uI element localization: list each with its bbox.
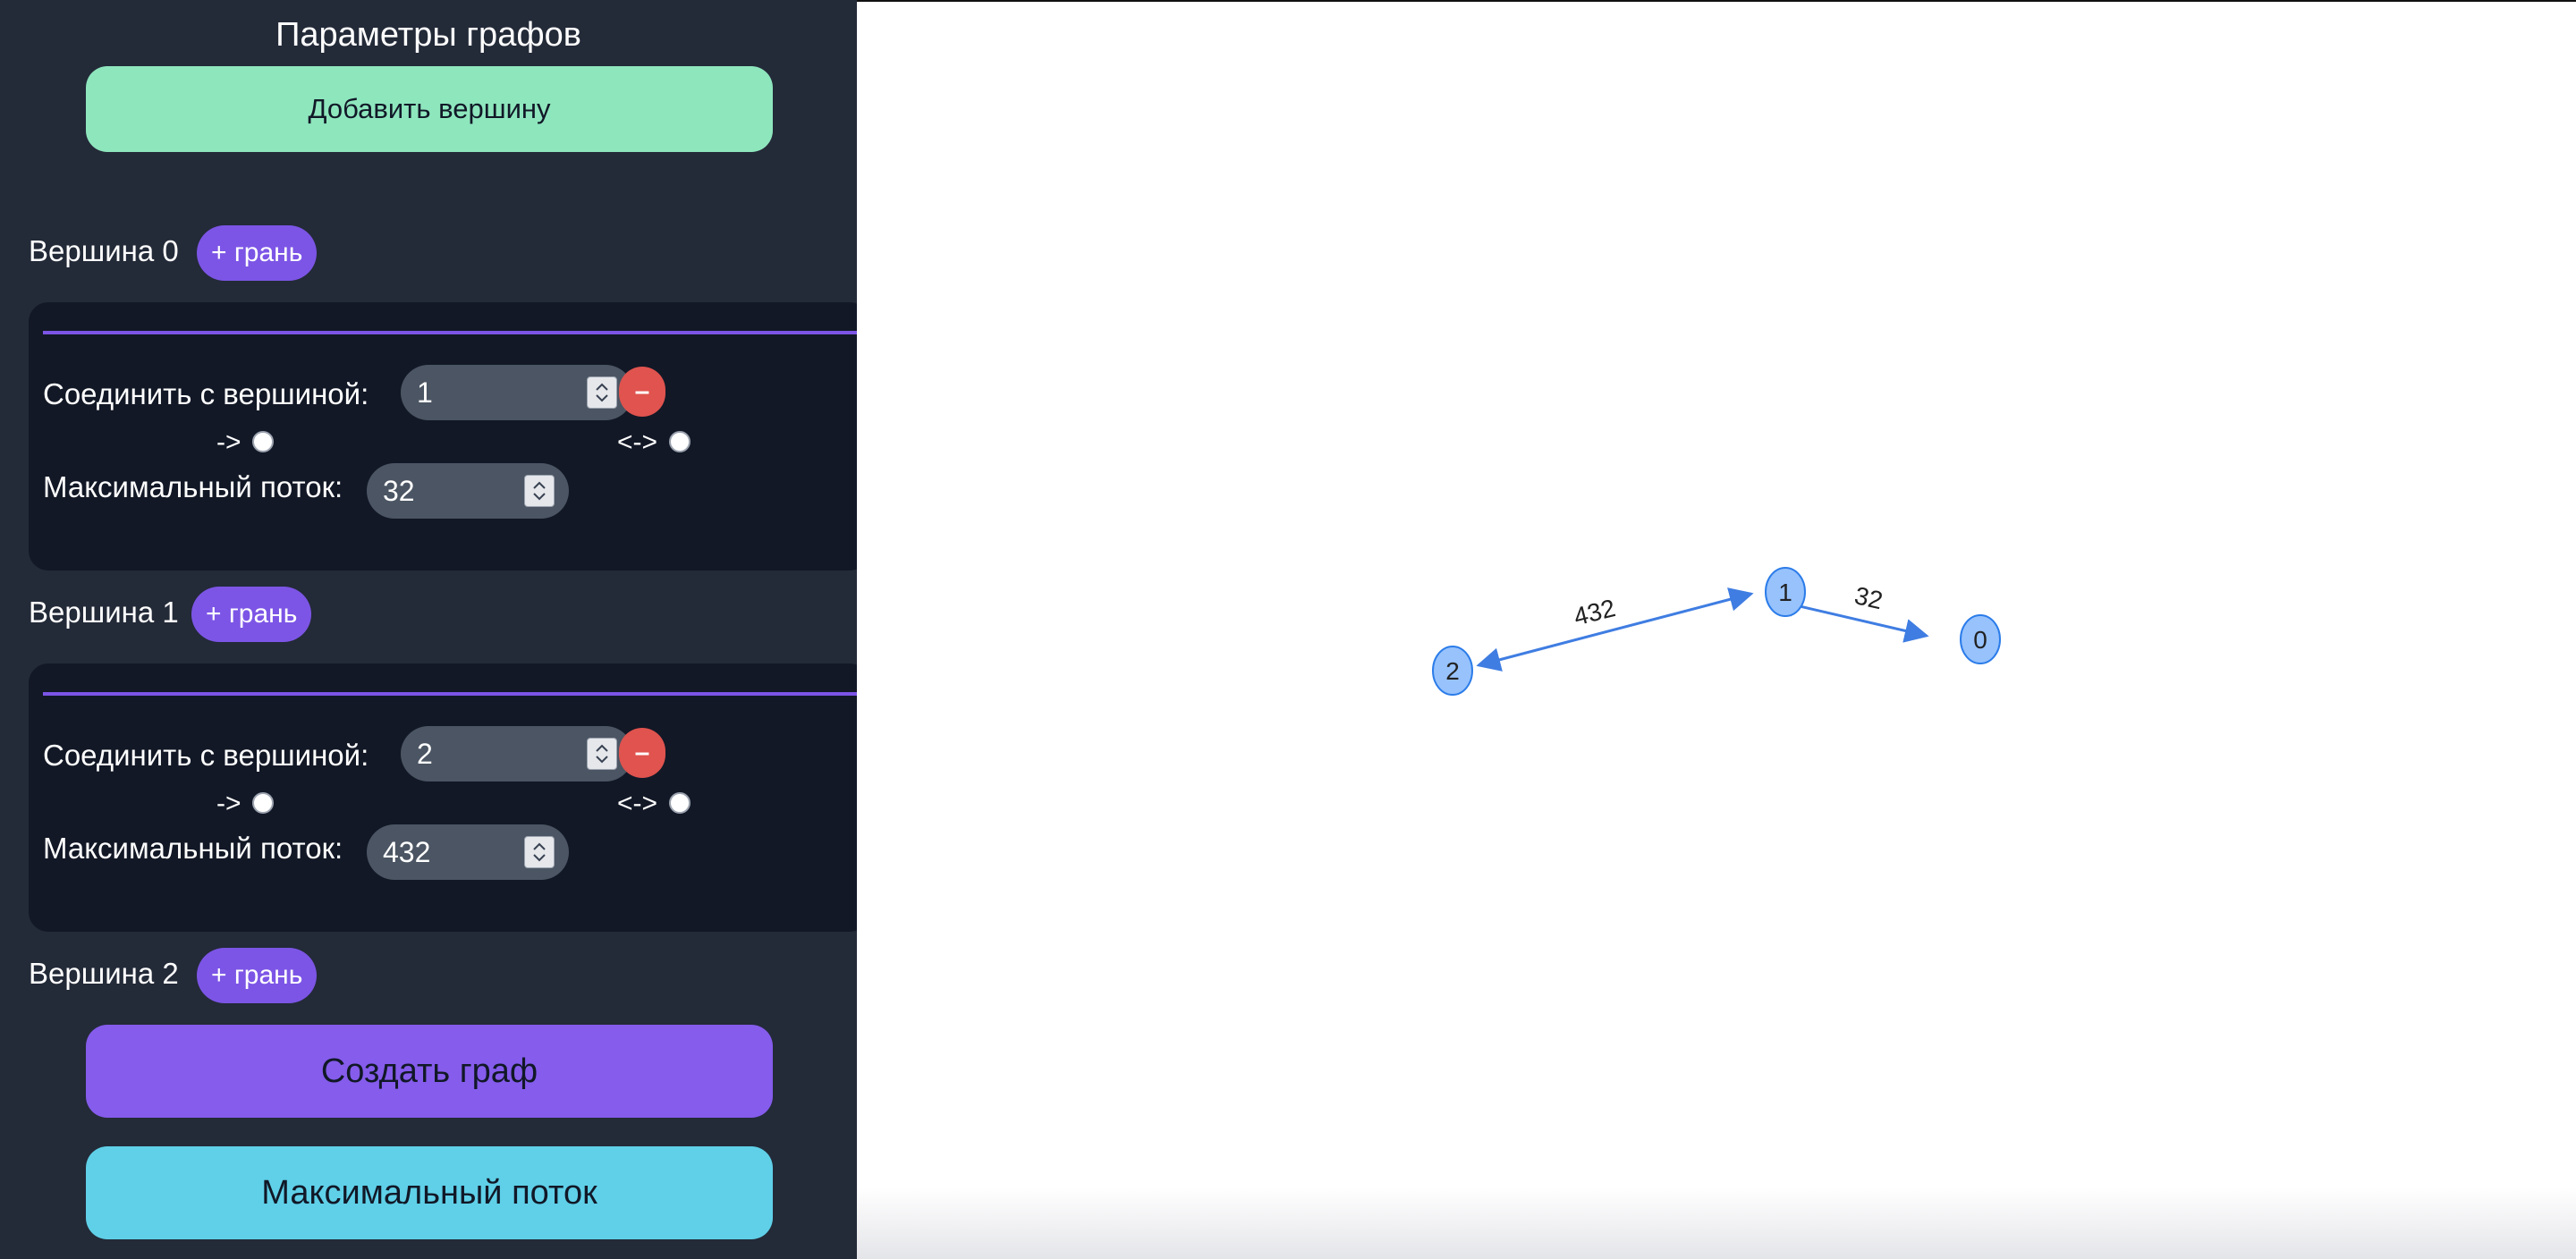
graph-edge-1-2[interactable] [1476,587,1754,672]
connect-vertex-spinner[interactable] [587,738,617,770]
vertex-0-label: Вершина 0 [29,234,179,267]
bidirectional-label: <-> [617,789,658,818]
graph-canvas[interactable]: 432 32 1 0 2 [857,0,2576,1259]
graph-node-2[interactable]: 2 [1432,646,1473,696]
vertex-1-label: Вершина 1 [29,596,179,629]
vertex-1-add-edge-button[interactable]: + грань [191,587,312,642]
edge-card-divider [43,331,857,334]
connect-vertex-spinner[interactable] [587,376,617,409]
edge-label-0-1: 32 [1852,581,1885,614]
directed-radio[interactable] [252,431,274,452]
max-flow-button[interactable]: Максимальный поток [86,1146,773,1239]
graph-node-0[interactable]: 0 [1960,614,2001,664]
bidirectional-radio[interactable] [669,792,691,814]
connect-label: Соединить с вершиной: [43,739,369,772]
spinner-arrows-icon [596,744,608,764]
spinner-arrows-icon [596,383,608,402]
remove-edge-button[interactable]: – [619,728,665,778]
edge-card-divider [43,692,857,696]
node-label-0: 0 [1973,626,1987,654]
graph-visualization[interactable]: 432 32 1 0 2 [857,2,2576,1259]
connect-vertex-input[interactable]: 2 [401,726,633,782]
vertex-1-edge-card: Соединить с вершиной: 2 – -> <-> Максима… [29,663,857,932]
spinner-arrows-icon [533,842,546,862]
node-label-2: 2 [1445,657,1460,685]
directed-label: -> [216,427,242,457]
connect-vertex-input[interactable]: 1 [401,365,633,420]
capacity-value: 32 [383,474,415,507]
capacity-value: 432 [383,835,431,868]
connect-vertex-value: 2 [417,737,433,770]
connect-label: Соединить с вершиной: [43,377,369,410]
vertex-0-edge-card: Соединить с вершиной: 1 – -> <-> Максима… [29,302,857,570]
node-label-1: 1 [1778,579,1792,606]
vertex-0-add-edge-button[interactable]: + грань [197,225,318,281]
graph-params-sidebar: Параметры графов Добавить вершину Вершин… [0,0,857,1259]
vertex-2-add-edge-button[interactable]: + грань [197,948,318,1003]
connect-vertex-value: 1 [417,376,433,409]
create-graph-button[interactable]: Создать граф [86,1025,773,1118]
directed-label: -> [216,789,242,818]
max-flow-field-label: Максимальный поток: [43,832,343,865]
capacity-input[interactable]: 432 [367,824,569,880]
capacity-spinner[interactable] [524,475,555,507]
remove-edge-button[interactable]: – [619,367,665,417]
max-flow-field-label: Максимальный поток: [43,470,343,503]
edge-label-1-2: 432 [1571,594,1618,630]
bidirectional-label: <-> [617,427,658,457]
capacity-spinner[interactable] [524,836,555,868]
vertex-2-label: Вершина 2 [29,957,179,990]
spinner-arrows-icon [533,481,546,501]
capacity-input[interactable]: 32 [367,463,569,519]
graph-node-1[interactable]: 1 [1765,567,1806,617]
directed-radio[interactable] [252,792,274,814]
add-vertex-button[interactable]: Добавить вершину [86,66,773,152]
bidirectional-radio[interactable] [669,431,691,452]
canvas-bottom-shade [857,1187,2576,1259]
sidebar-title: Параметры графов [275,16,581,54]
